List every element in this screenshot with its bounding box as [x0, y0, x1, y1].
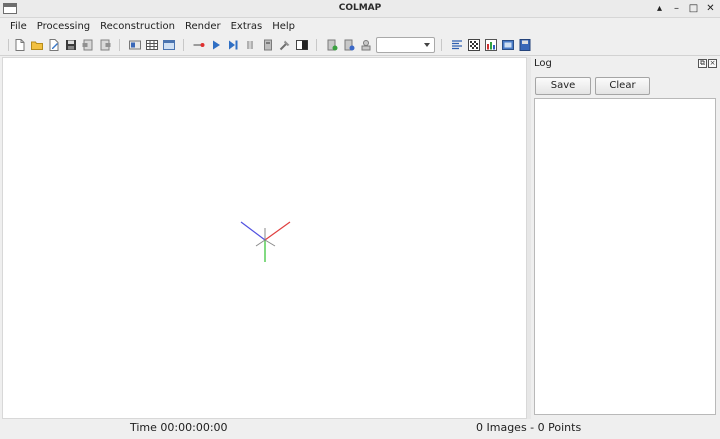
import-model-icon[interactable]: [82, 39, 94, 51]
minimize-button[interactable]: –: [671, 1, 682, 16]
edit-project-icon[interactable]: [48, 39, 60, 51]
grab-movie-icon[interactable]: [502, 39, 514, 51]
feature-extraction-icon[interactable]: [129, 39, 141, 51]
reconstruction-start-icon[interactable]: [193, 39, 205, 51]
grab-image-icon[interactable]: [360, 39, 372, 51]
maximize-button[interactable]: □: [688, 1, 699, 16]
toolbar-separator: [8, 39, 9, 51]
axis-z-neg-line: [255, 239, 266, 247]
toolbar: [0, 35, 720, 56]
save-project-icon[interactable]: [65, 39, 77, 51]
toolbar-separator: [119, 39, 120, 51]
log-title: Log: [534, 58, 552, 69]
toolbar-separator: [316, 39, 317, 51]
window-title: COLMAP: [338, 3, 382, 13]
shade-button[interactable]: ▴: [654, 1, 665, 16]
window-controls: ▴ – □ ✕: [654, 1, 716, 16]
log-output[interactable]: [534, 98, 716, 415]
menu-render[interactable]: Render: [180, 19, 226, 34]
database-management-icon[interactable]: [163, 39, 175, 51]
chevron-down-icon: [424, 43, 430, 47]
dense-reconstruction-icon[interactable]: [343, 39, 355, 51]
match-matrix-icon[interactable]: [468, 39, 480, 51]
menu-extras[interactable]: Extras: [226, 19, 268, 34]
feature-matching-icon[interactable]: [146, 39, 158, 51]
menu-help[interactable]: Help: [267, 19, 300, 34]
status-counts: 0 Images - 0 Points: [476, 421, 582, 434]
open-project-icon[interactable]: [31, 39, 43, 51]
new-project-icon[interactable]: [14, 39, 26, 51]
toolbar-separator: [183, 39, 184, 51]
menu-processing[interactable]: Processing: [32, 19, 95, 34]
coordinate-axes: [240, 221, 291, 262]
text-align-icon[interactable]: [451, 39, 463, 51]
export-model-icon[interactable]: [99, 39, 111, 51]
title-bar: COLMAP ▴ – □ ✕: [0, 0, 720, 18]
status-time: Time 00:00:00:00: [130, 421, 228, 434]
reconstruction-play-icon[interactable]: [210, 39, 222, 51]
bundle-adjustment-icon[interactable]: [326, 39, 338, 51]
reconstruction-stats-icon[interactable]: [485, 39, 497, 51]
save-log-icon[interactable]: [519, 39, 531, 51]
render-options-icon[interactable]: [279, 39, 291, 51]
normalize-model-icon[interactable]: [296, 39, 308, 51]
opengl-viewport[interactable]: [2, 57, 527, 419]
menu-reconstruction[interactable]: Reconstruction: [95, 19, 180, 34]
menu-bar: File Processing Reconstruction Render Ex…: [0, 18, 720, 35]
clear-log-button[interactable]: Clear: [595, 77, 650, 95]
axis-z-line: [240, 221, 266, 241]
axis-x-line: [264, 221, 291, 241]
save-log-button[interactable]: Save: [535, 77, 591, 95]
menu-file[interactable]: File: [5, 19, 32, 34]
render-mode-dropdown[interactable]: [376, 37, 435, 53]
float-dock-icon[interactable]: ⧉: [698, 59, 707, 68]
reconstruction-pause-icon[interactable]: [244, 39, 256, 51]
log-dock: Log ⧉ × Save Clear: [531, 57, 720, 419]
reconstruction-reset-icon[interactable]: [262, 39, 274, 51]
close-button[interactable]: ✕: [705, 1, 716, 16]
toolbar-separator: [441, 39, 442, 51]
close-dock-icon[interactable]: ×: [708, 59, 717, 68]
reconstruction-step-icon[interactable]: [227, 39, 239, 51]
status-bar: Time 00:00:00:00 0 Images - 0 Points: [0, 420, 720, 439]
axis-x-neg-line: [264, 239, 276, 247]
